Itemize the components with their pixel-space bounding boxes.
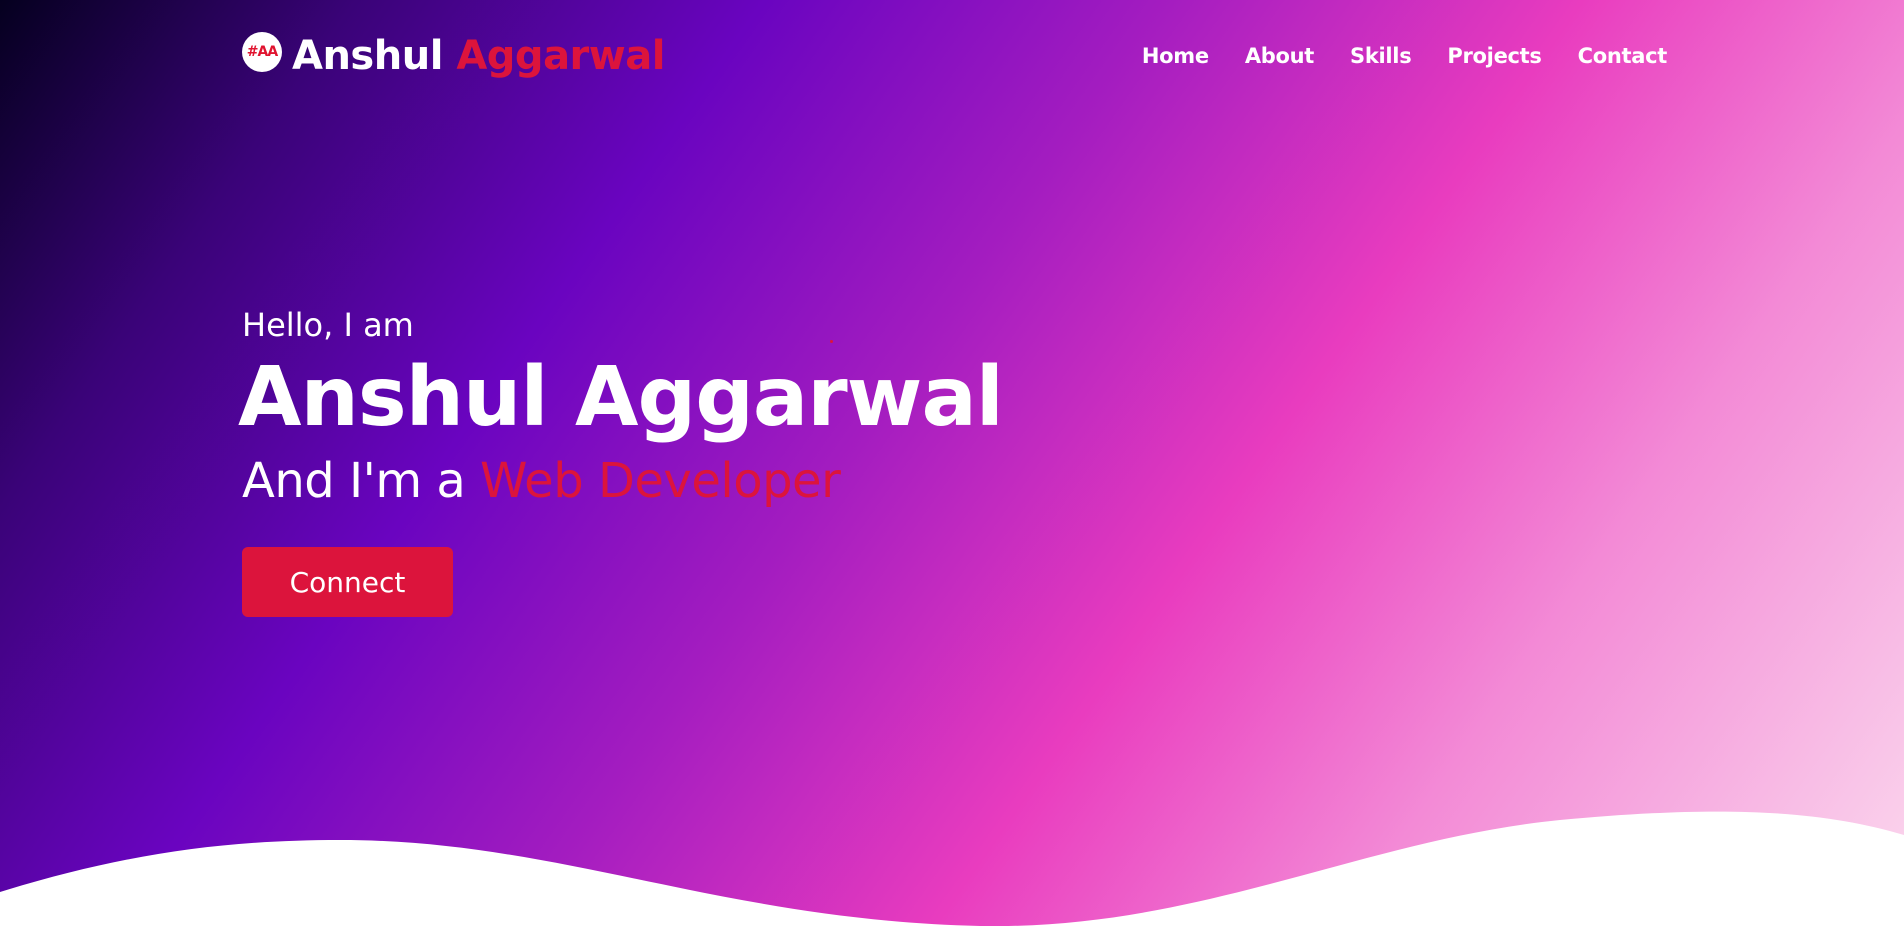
navbar: #AA Anshul Aggarwal Home About Skills Pr…	[0, 0, 1904, 115]
hero-role: And I'm a Web Developer	[242, 448, 1003, 514]
hero-name: Anshul Aggarwal	[238, 350, 1004, 445]
nav-link-projects[interactable]: Projects	[1447, 44, 1542, 68]
hero-content: Hello, I am Anshul Aggarwal And I'm a We…	[238, 302, 1004, 617]
wave-divider	[0, 811, 1904, 926]
nav-link-home[interactable]: Home	[1142, 44, 1209, 68]
logo-last-name: Aggarwal	[456, 33, 665, 79]
nav-link-about[interactable]: About	[1245, 44, 1315, 68]
logo[interactable]: #AA Anshul Aggarwal	[242, 30, 665, 82]
hero-role-prefix: And I'm a	[242, 453, 466, 509]
logo-text: Anshul Aggarwal	[292, 33, 665, 79]
nav-link-contact[interactable]: Contact	[1578, 44, 1668, 68]
hero-role-highlight: Web Developer	[480, 453, 841, 509]
nav-link-skills[interactable]: Skills	[1350, 44, 1412, 68]
logo-badge-icon: #AA	[242, 32, 282, 72]
nav-menu: Home About Skills Projects Contact	[1142, 44, 1667, 68]
connect-button[interactable]: Connect	[242, 547, 453, 617]
logo-first-name: Anshul	[292, 33, 443, 79]
hero-greeting: Hello, I am	[242, 306, 414, 344]
hero-section: #AA Anshul Aggarwal Home About Skills Pr…	[0, 0, 1904, 926]
